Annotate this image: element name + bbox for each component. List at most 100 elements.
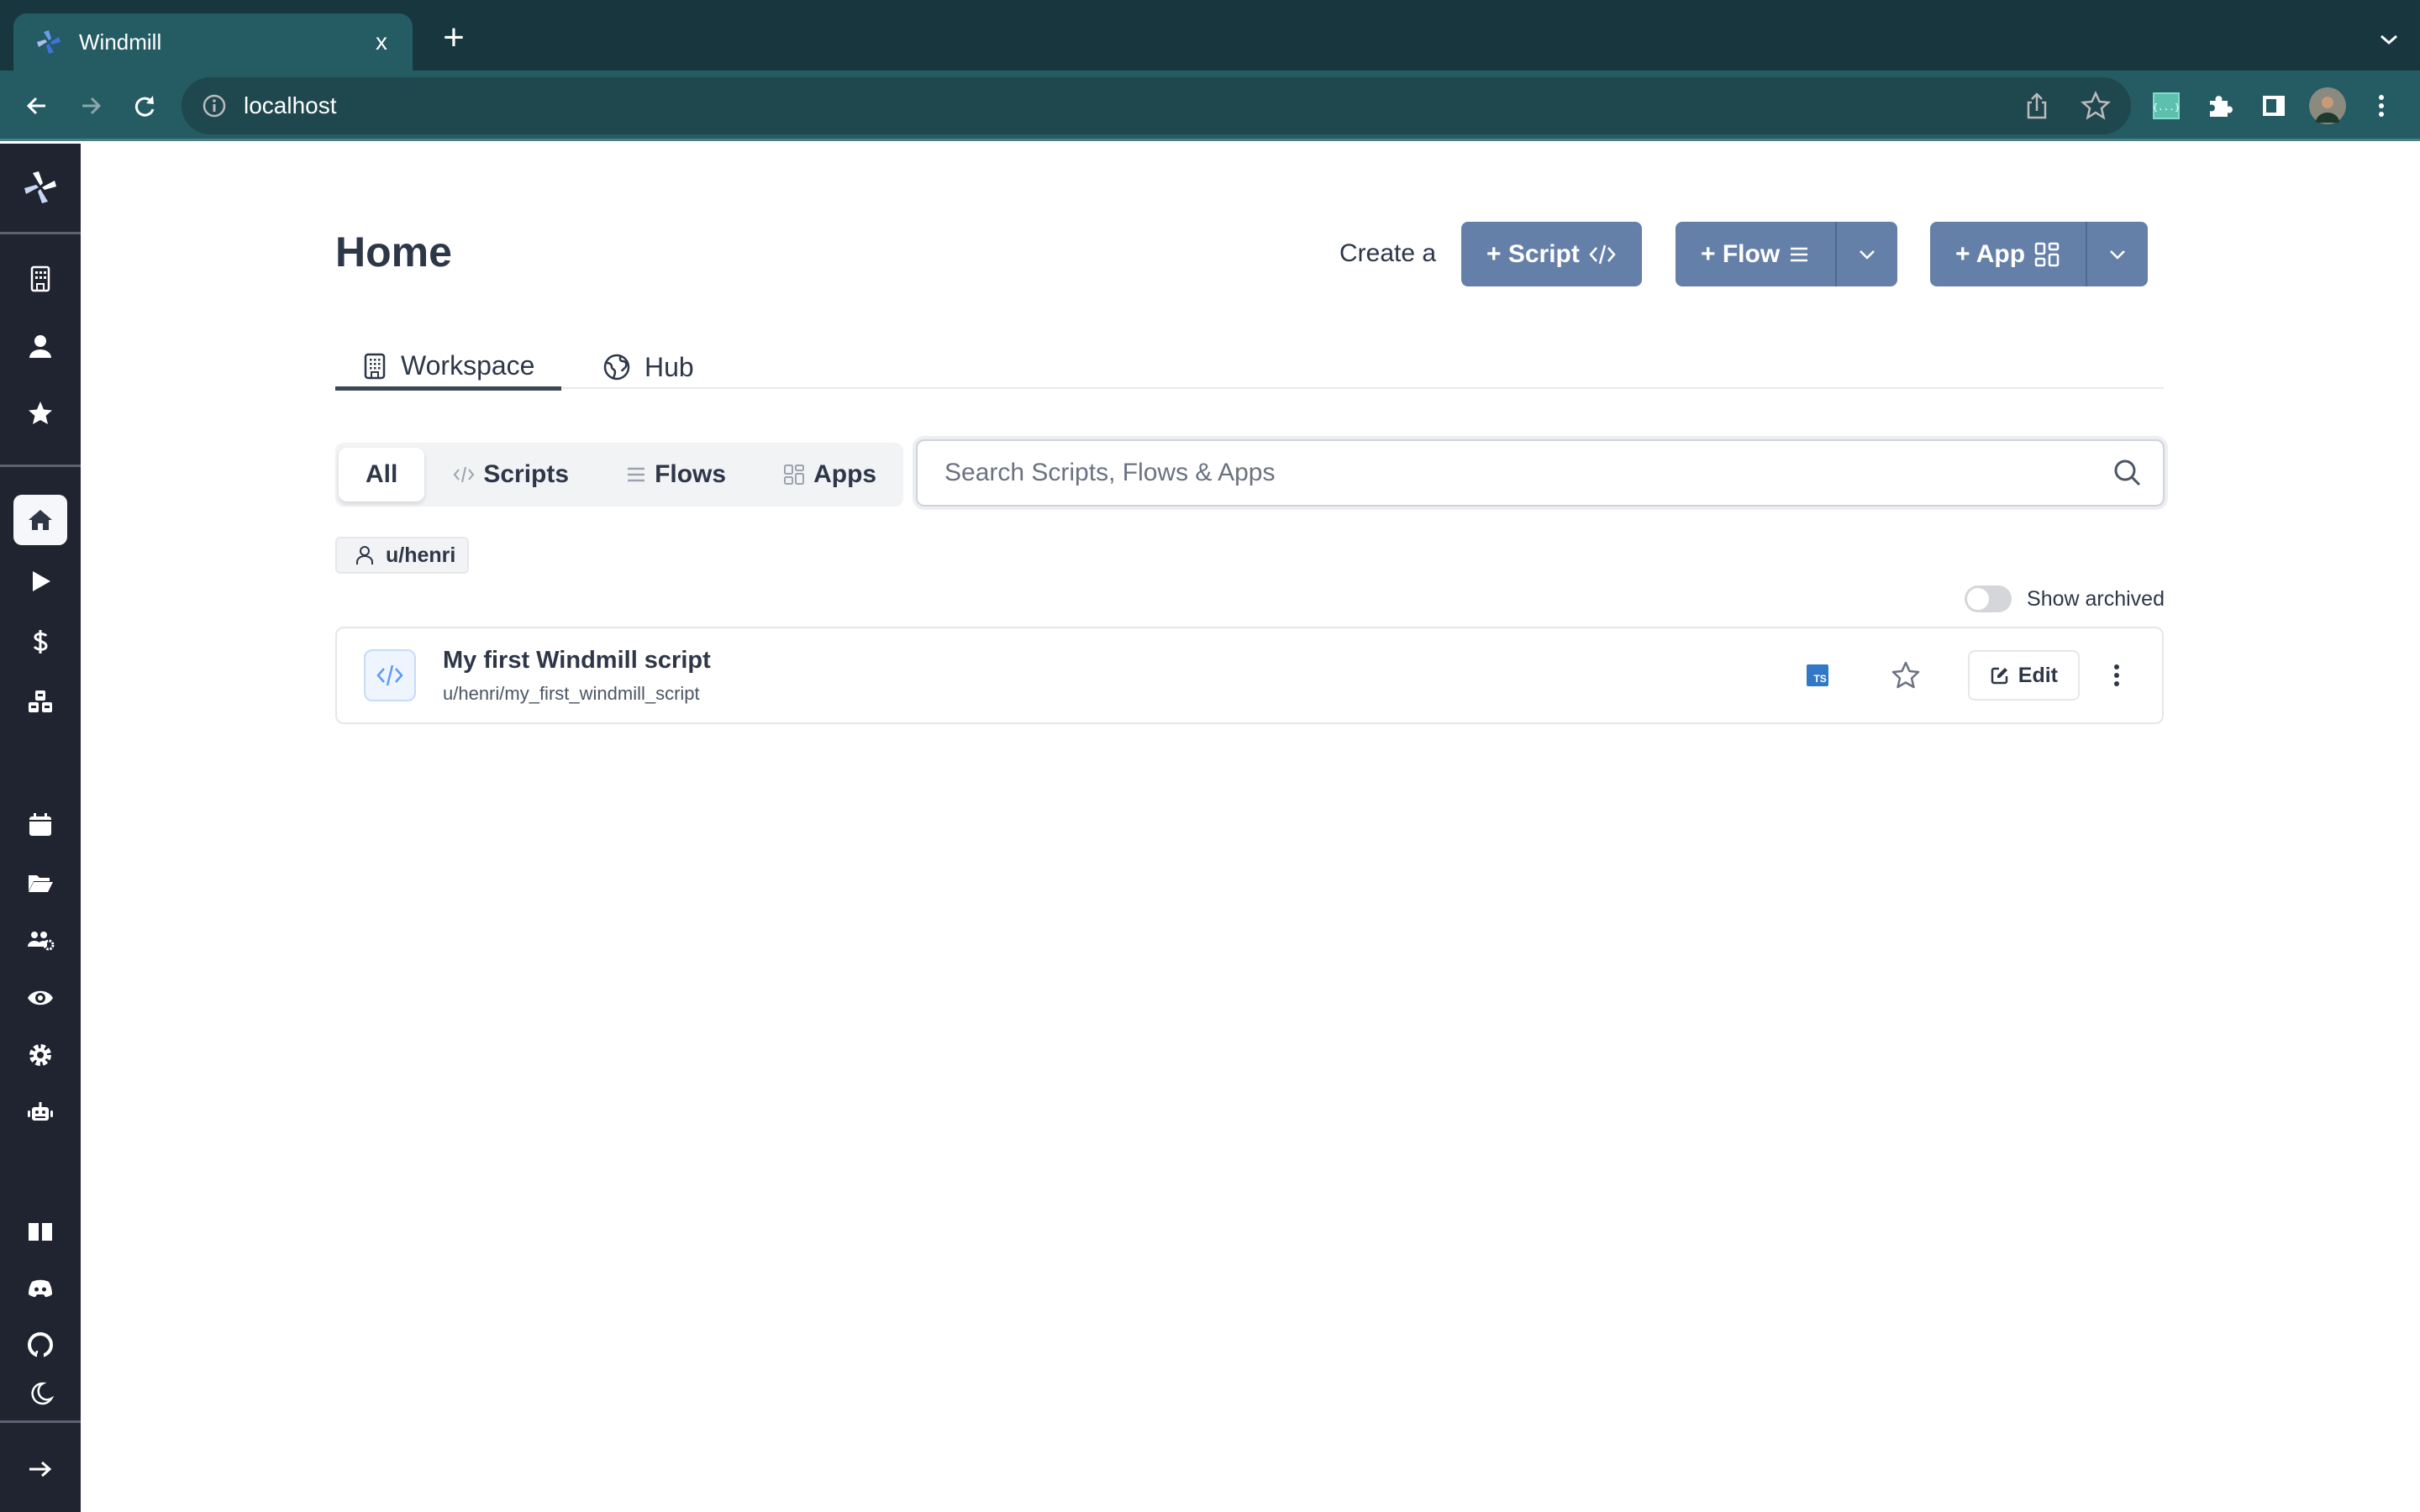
calendar-icon [29, 813, 51, 836]
side-panel-button[interactable] [2255, 87, 2292, 124]
user-icon [29, 335, 51, 358]
forward-button[interactable] [72, 87, 109, 124]
eye-icon [28, 990, 53, 1005]
main-content: Home Create a + Script + Flow + App Work… [81, 144, 2420, 1512]
expand-sidebar-button[interactable] [13, 1444, 67, 1494]
globe-icon [603, 354, 630, 381]
dollar-icon [33, 630, 48, 654]
sidebar-item-workspace[interactable] [13, 254, 67, 304]
browser-tab[interactable]: Windmill x [13, 13, 413, 71]
bookmark-star-icon[interactable] [2079, 89, 2112, 123]
edit-button[interactable]: Edit [1967, 650, 2080, 701]
robot-icon [28, 1102, 53, 1121]
tab-hub-label: Hub [644, 351, 694, 382]
item-path: u/henri/my_first_windmill_script [443, 682, 700, 704]
sidebar-item-docs[interactable] [13, 1206, 67, 1257]
script-type-badge [364, 649, 416, 701]
browser-toolbar: localhost {...} [0, 71, 2420, 141]
tab-workspace-label: Workspace [401, 350, 535, 381]
code-icon [454, 466, 475, 483]
tab-hub[interactable]: Hub [576, 345, 721, 389]
new-tab-button[interactable]: + [433, 18, 475, 60]
folder-open-icon [29, 875, 53, 892]
sidebar-item-workspace-settings[interactable] [13, 1030, 67, 1080]
search-icon[interactable] [2112, 458, 2143, 488]
address-bar[interactable]: localhost [182, 77, 2131, 134]
sidebar-divider [0, 232, 81, 234]
browser-tabstrip: Windmill x + [0, 0, 2420, 71]
back-button[interactable] [18, 87, 55, 124]
users-cog-icon [28, 932, 55, 951]
create-app-dropdown[interactable] [2086, 222, 2148, 286]
sidebar-item-workers[interactable] [13, 1088, 67, 1138]
filter-scripts[interactable]: Scripts [424, 448, 597, 501]
sidebar-item-resources[interactable] [13, 677, 67, 727]
url-text[interactable]: localhost [244, 92, 337, 119]
code-icon [376, 664, 403, 686]
kind-filter-group: All Scripts Flows Apps [335, 443, 903, 507]
share-icon[interactable] [2020, 89, 2054, 123]
show-archived-control: Show archived [1965, 585, 2165, 612]
browser-menu-button[interactable] [2363, 87, 2400, 124]
show-archived-label: Show archived [2027, 586, 2165, 611]
tab-workspace[interactable]: Workspace [335, 345, 562, 391]
tab-list-chevron-icon[interactable] [2376, 27, 2402, 52]
list-item[interactable]: My first Windmill script u/henri/my_firs… [335, 627, 2164, 724]
edit-icon [1991, 667, 2008, 685]
owner-filter-chip[interactable]: u/henri [335, 537, 470, 574]
home-icon [29, 510, 52, 530]
puzzle-icon [2210, 96, 2233, 117]
book-icon [29, 1223, 52, 1241]
create-flow-dropdown[interactable] [1835, 222, 1897, 286]
create-label: Create a [1339, 239, 1437, 267]
user-outline-icon [356, 546, 373, 564]
code-icon [1589, 244, 1616, 264]
play-icon [33, 571, 50, 591]
typescript-language-icon: TS [1806, 664, 1828, 686]
sidebar-item-groups[interactable] [13, 915, 67, 965]
app-sidebar [0, 144, 81, 1512]
sidebar-item-runs[interactable] [13, 556, 67, 606]
filter-flows-label: Flows [655, 460, 727, 488]
extensions-button[interactable] [2202, 87, 2238, 124]
sidebar-item-folders[interactable] [13, 858, 67, 908]
sidebar-item-schedules[interactable] [13, 800, 67, 850]
show-archived-toggle[interactable] [1965, 585, 2012, 612]
sidebar-item-variables[interactable] [13, 617, 67, 667]
create-app-button[interactable]: + App [1930, 222, 2086, 286]
filter-all-label: All [366, 460, 398, 488]
discord-icon [29, 1279, 52, 1297]
create-flow-button[interactable]: + Flow [1676, 222, 1835, 286]
sidebar-item-discord[interactable] [13, 1263, 67, 1314]
sidebar-item-dark-mode[interactable] [13, 1368, 67, 1419]
sidebar-item-home[interactable] [13, 495, 67, 545]
create-script-label: + Script [1486, 239, 1580, 268]
info-icon[interactable] [202, 93, 227, 118]
reload-button[interactable] [126, 87, 163, 124]
filter-apps[interactable]: Apps [755, 448, 905, 501]
filter-flows[interactable]: Flows [597, 448, 755, 501]
sidebar-item-github[interactable] [13, 1320, 67, 1370]
sidebar-item-favorites[interactable] [13, 388, 67, 438]
create-flow-button-group: + Flow [1676, 222, 1898, 286]
building-icon [30, 265, 50, 292]
json-extension-button[interactable]: {...} [2148, 87, 2185, 124]
favorite-button[interactable] [1887, 657, 1924, 694]
sidebar-divider [0, 465, 81, 467]
filter-all[interactable]: All [339, 448, 425, 501]
owner-filter-label: u/henri [386, 543, 456, 567]
close-tab-icon[interactable]: x [369, 29, 394, 55]
sidebar-item-audit-logs[interactable] [13, 973, 67, 1023]
windmill-logo[interactable] [0, 162, 81, 213]
page-title: Home [335, 228, 452, 276]
star-outline-icon [1891, 661, 1920, 689]
reload-icon [134, 96, 155, 117]
svg-text:{...}: {...} [2153, 102, 2180, 113]
profile-avatar[interactable] [2309, 87, 2346, 124]
more-actions-button[interactable] [2098, 657, 2135, 694]
item-title[interactable]: My first Windmill script [443, 647, 1807, 675]
create-script-button[interactable]: + Script [1461, 222, 1642, 286]
windmill-logo-icon [24, 171, 56, 203]
sidebar-item-user[interactable] [13, 321, 67, 371]
search-input[interactable] [944, 459, 2112, 487]
